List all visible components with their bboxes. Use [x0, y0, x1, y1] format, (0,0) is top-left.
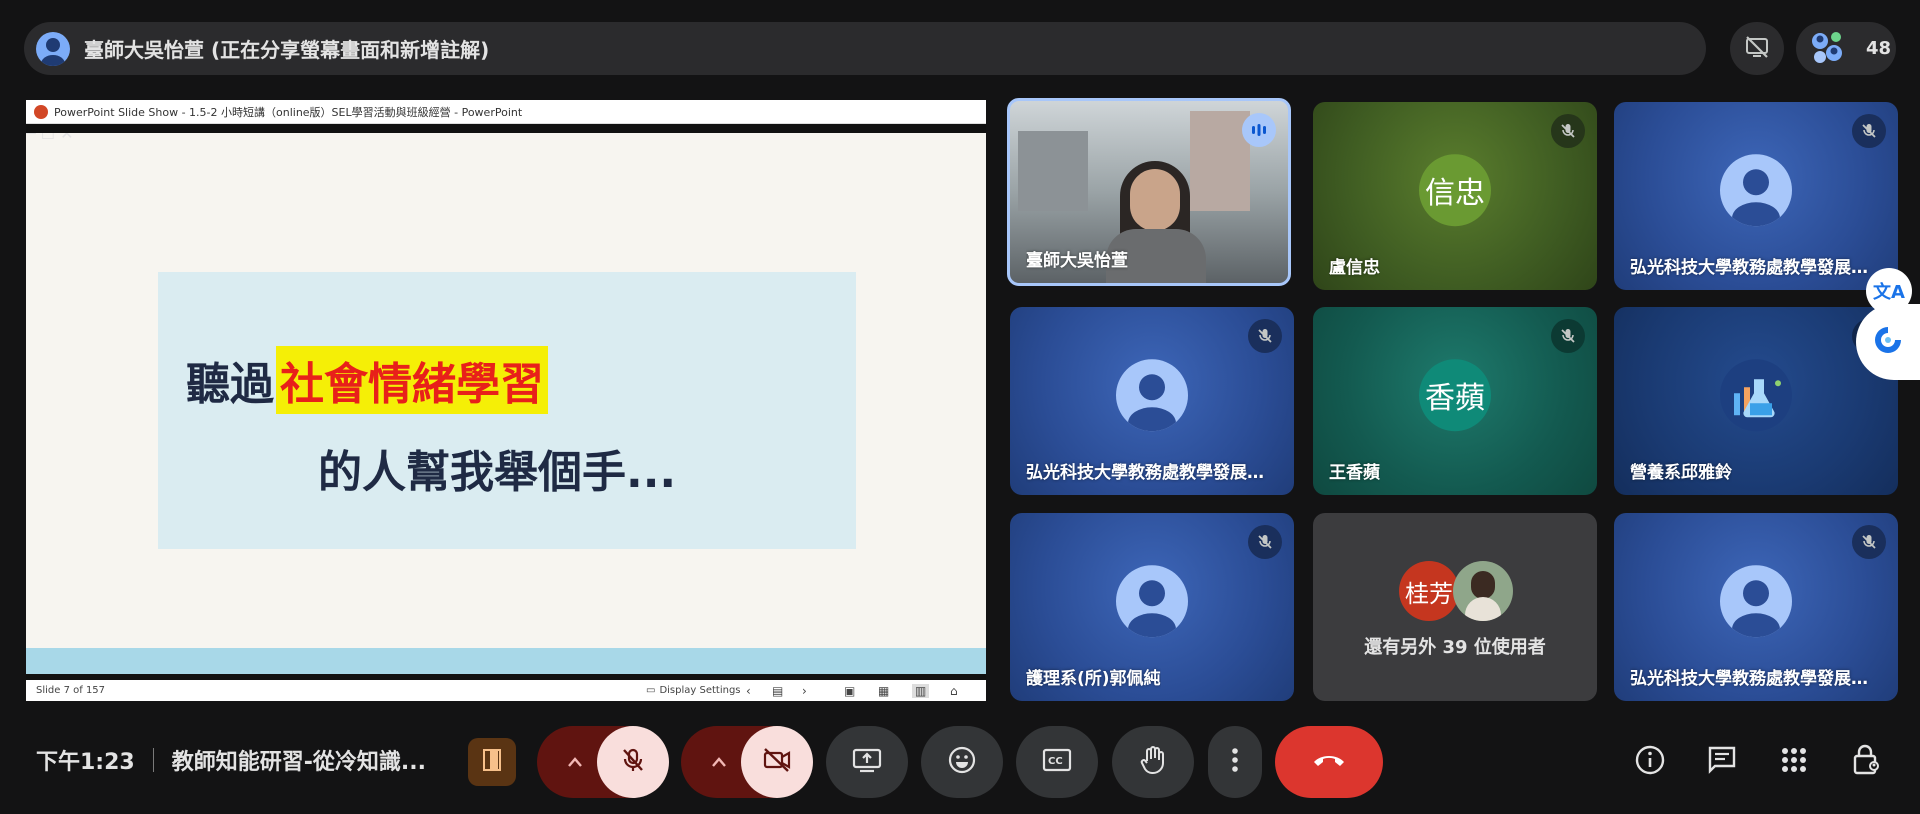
screen-share-off-icon [1743, 33, 1771, 65]
default-avatar-icon [1116, 359, 1188, 432]
slide-line-1: 聽過 社會情緒學習 [186, 346, 548, 414]
lab-flask-avatar-icon [1720, 359, 1792, 432]
participant-avatar: 香蘋 [1419, 359, 1491, 432]
camera-toggle-button[interactable] [741, 726, 813, 798]
info-icon [1634, 744, 1666, 780]
chevron-up-icon [567, 753, 583, 772]
mic-off-icon [1551, 114, 1585, 148]
meeting-title: 教師知能研習-從冷知識... [171, 750, 426, 775]
grid-view-icon[interactable]: ▦ [878, 684, 889, 698]
display-settings[interactable]: ▭ Display Settings [646, 685, 741, 696]
participant-tile-presenter[interactable]: 臺師大吳怡萱 [1007, 98, 1291, 286]
reactions-button[interactable] [921, 726, 1003, 798]
slide-line-1-plain: 聽過 [186, 359, 274, 410]
mic-off-icon [1248, 525, 1282, 559]
hand-icon [1139, 745, 1167, 779]
shared-screen: PowerPoint Slide Show - 1.5-2 小時短講（onlin… [26, 100, 986, 701]
speaking-indicator-icon [1242, 113, 1276, 147]
participants-count: 48 [1866, 38, 1892, 59]
more-options-button[interactable] [1208, 726, 1262, 798]
camera-off-icon [762, 746, 792, 778]
slide-counter: Slide 7 of 157 [36, 685, 106, 696]
presenter-banner[interactable]: 臺師大吳怡萱 (正在分享螢幕畫面和新增註解) [24, 22, 1706, 75]
chat-button[interactable] [1704, 744, 1740, 780]
monitor-icon: ▭ [646, 685, 656, 696]
hide-tile-button[interactable] [1730, 22, 1784, 75]
apps-grid-icon [1780, 746, 1808, 778]
call-end-icon [1311, 752, 1347, 772]
slide-footer-band [26, 648, 986, 674]
participant-avatar: 桂芳 [1399, 561, 1459, 621]
powerpoint-icon [34, 104, 48, 119]
chevron-up-icon [711, 753, 727, 772]
activities-button[interactable] [1776, 744, 1812, 780]
normal-view-icon[interactable]: ▣ [844, 684, 855, 698]
participant-name: 盧信忠 [1329, 258, 1380, 278]
ppt-window-title: PowerPoint Slide Show - 1.5-2 小時短講（onlin… [54, 105, 523, 119]
presenter-avatar [36, 31, 70, 66]
host-controls-button[interactable] [1848, 744, 1884, 780]
door-icon [480, 747, 504, 777]
participant-tile[interactable]: 弘光科技大學教務處教學發展中心... [1614, 102, 1898, 290]
svg-text:CC: CC [1048, 756, 1063, 767]
captions-button[interactable]: CC [1016, 726, 1098, 798]
participant-name: 王香蘋 [1329, 463, 1380, 483]
presenter-title: 臺師大吳怡萱 (正在分享螢幕畫面和新增註解) [84, 38, 490, 62]
mic-off-icon [1852, 114, 1886, 148]
companion-mode-button[interactable] [468, 738, 516, 786]
ppt-titlebar: PowerPoint Slide Show - 1.5-2 小時短講（onlin… [26, 100, 986, 124]
reading-view-icon[interactable]: ▥ [912, 683, 930, 698]
extension-logo-icon [1871, 323, 1905, 361]
participant-tile[interactable]: 營養系邱雅鈴 [1614, 307, 1898, 495]
more-vert-icon [1231, 747, 1239, 777]
raise-hand-button[interactable] [1112, 726, 1194, 798]
mic-off-icon [1852, 525, 1886, 559]
chat-icon [1706, 744, 1738, 780]
participant-name: 臺師大吳怡萱 [1026, 251, 1128, 271]
participant-photo-avatar [1453, 561, 1513, 621]
participant-tile[interactable]: 弘光科技大學教務處教學發展中心... [1614, 513, 1898, 701]
default-avatar-icon [1720, 154, 1792, 227]
slide-line-1-highlight: 社會情緒學習 [276, 346, 548, 414]
ppt-statusbar: Slide 7 of 157 ▭ Display Settings ‹ ▤ › … [26, 680, 986, 701]
participant-name: 弘光科技大學教務處教學發展中心... [1026, 463, 1276, 483]
translate-icon: 文A [1873, 282, 1905, 303]
participant-tile[interactable]: 香蘋 王香蘋 [1313, 307, 1597, 495]
other-participants-tile[interactable]: 桂芳 還有另外 39 位使用者 [1313, 513, 1597, 701]
participant-tile[interactable]: 護理系(所)郭佩純 [1010, 513, 1294, 701]
participant-tile[interactable]: 信忠 盧信忠 [1313, 102, 1597, 290]
slide-line-2: 的人幫我舉個手... [318, 447, 677, 498]
mic-off-icon [1248, 319, 1282, 353]
default-avatar-icon [1116, 565, 1188, 638]
participant-avatar: 信忠 [1419, 154, 1491, 227]
mic-off-icon [619, 746, 647, 778]
closed-captions-icon: CC [1042, 748, 1072, 776]
present-screen-button[interactable] [826, 726, 908, 798]
present-to-all-icon [852, 747, 882, 777]
participant-name: 弘光科技大學教務處教學發展中心... [1630, 258, 1880, 278]
meeting-info: 下午1:23 教師知能研習-從冷知識... [36, 744, 426, 776]
emoji-icon [947, 745, 977, 779]
mic-toggle-button[interactable] [597, 726, 669, 798]
slide-sorter-icon[interactable]: ▤ [772, 684, 783, 698]
participant-name: 護理系(所)郭佩純 [1026, 669, 1161, 689]
participant-tile[interactable]: 弘光科技大學教務處教學發展中心... [1010, 307, 1294, 495]
prev-slide-icon[interactable]: ‹ [746, 684, 751, 698]
slide-top-border [26, 124, 986, 133]
clock-time: 下午1:23 [36, 750, 135, 775]
participants-button[interactable]: 48 [1796, 22, 1896, 75]
slideshow-view-icon[interactable]: ⌂ [950, 684, 958, 698]
participant-name: 弘光科技大學教務處教學發展中心... [1630, 669, 1880, 689]
default-avatar-icon [1720, 565, 1792, 638]
people-icon [1808, 29, 1848, 69]
leave-call-button[interactable] [1275, 726, 1383, 798]
divider [152, 748, 154, 772]
participant-name: 營養系邱雅鈴 [1630, 463, 1732, 483]
lock-person-icon [1850, 744, 1882, 780]
others-count-text: 還有另外 39 位使用者 [1364, 637, 1546, 658]
mic-off-icon [1551, 319, 1585, 353]
meeting-details-button[interactable] [1632, 744, 1668, 780]
next-slide-icon[interactable]: › [802, 684, 807, 698]
